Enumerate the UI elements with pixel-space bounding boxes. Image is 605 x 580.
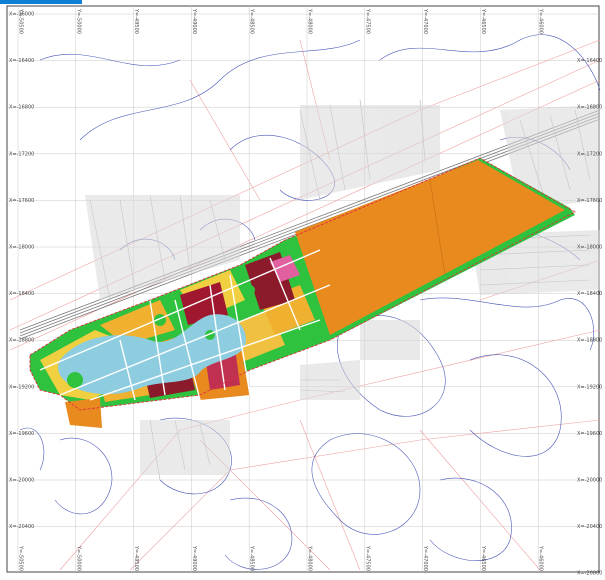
grid-label-bottom: Y=-49000 xyxy=(191,545,197,571)
grid-label-left: X=-16800 xyxy=(9,105,34,111)
grid-label-top: Y=-46500 xyxy=(480,8,486,34)
grid-label-top: Y=-48000 xyxy=(307,8,313,34)
grid-label-bottom: Y=-50000 xyxy=(75,545,81,571)
grid-label-right: X=-20400 xyxy=(577,524,602,530)
grid-label-right: X=-20000 xyxy=(577,478,602,484)
grid-label-left: X=-19200 xyxy=(9,384,34,390)
grid-label-left: X=-18000 xyxy=(9,245,34,251)
grid-label-top: Y=-50000 xyxy=(75,8,81,34)
grid-label-bottom: Y=-46000 xyxy=(538,545,544,571)
grid-label-right: X=-17200 xyxy=(577,151,602,157)
grid-label-bottom: Y=-46500 xyxy=(480,545,486,571)
grid-label-right: X=-19200 xyxy=(577,384,602,390)
grid-label-left: X=-18800 xyxy=(9,338,34,344)
grid-label-bottom: Y=-47000 xyxy=(422,545,428,571)
grid-label-right: X=-18000 xyxy=(577,245,602,251)
grid-label-right: X=-16800 xyxy=(577,105,602,111)
grid-label-right: X=-18800 xyxy=(577,338,602,344)
grid-label-left: X=-20000 xyxy=(9,478,34,484)
grid-label-bottom: Y=-47500 xyxy=(364,545,370,571)
grid-label-left: X=-16400 xyxy=(9,58,34,64)
grid-label-right: X=-16400 xyxy=(577,58,602,64)
grid-label-right: X=-19600 xyxy=(577,431,602,437)
grid-label-left: X=-17200 xyxy=(9,151,34,157)
grid-label-left: X=-19600 xyxy=(9,431,34,437)
grid-label-right: X=-18400 xyxy=(577,291,602,297)
grid-label-top: Y=-50500 xyxy=(18,8,24,34)
grid-label-bottom: Y=-48500 xyxy=(249,545,255,571)
grid-label-bottom: Y=-48000 xyxy=(307,545,313,571)
grid-label-top: Y=-49500 xyxy=(133,8,139,34)
map-canvas[interactable]: X=-16000 X=-16400 X=-16800 X=-17200 X=-17600… xyxy=(0,0,605,580)
grid-label-top: Y=-47000 xyxy=(422,8,428,34)
grid-label-top: Y=-47500 xyxy=(364,8,370,34)
grid-label-left: X=-18400 xyxy=(9,291,34,297)
grid-label-left: X=-20400 xyxy=(9,524,34,530)
grid-label-left: X=-17600 xyxy=(9,198,34,204)
grid-label-right: X=-17600 xyxy=(577,198,602,204)
grid-label-top: Y=-46000 xyxy=(538,8,544,34)
grid-label-right: X=-20800 xyxy=(577,571,602,577)
grid-label-bottom: Y=-50500 xyxy=(18,545,24,571)
grid-label-top: Y=-49000 xyxy=(191,8,197,34)
grid-label-bottom: Y=-49500 xyxy=(133,545,139,571)
grid-label-top: Y=-48500 xyxy=(249,8,255,34)
